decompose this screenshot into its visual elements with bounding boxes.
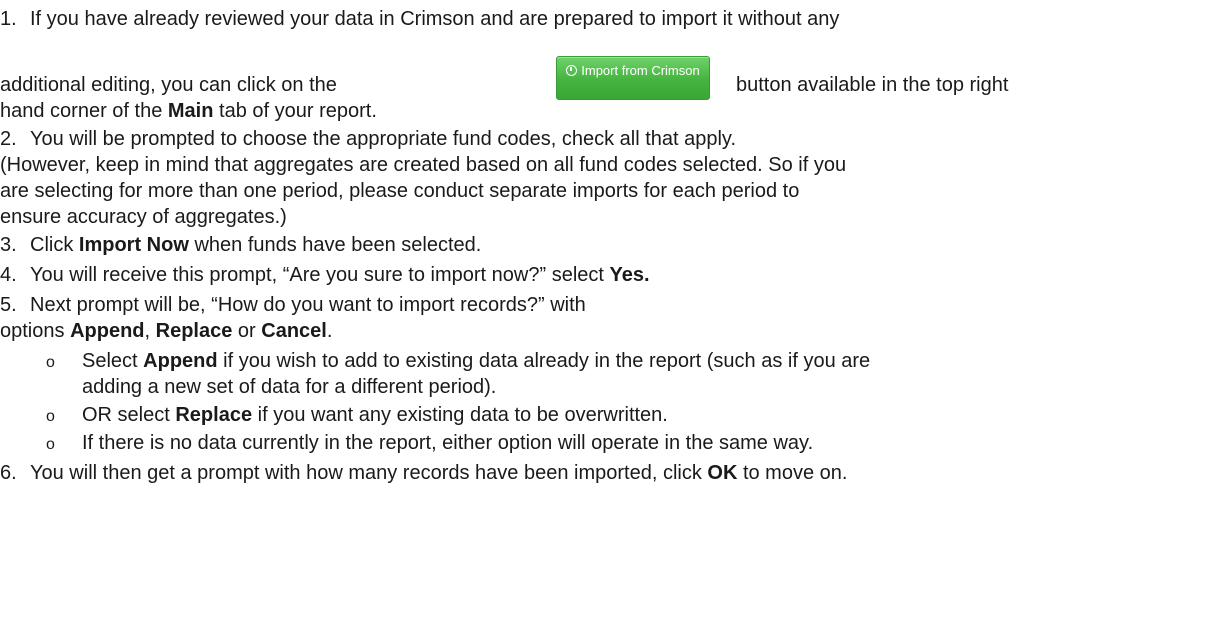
step-5-line-2: options Append, Replace or Cancel. — [0, 320, 333, 342]
bullet-marker: o — [46, 354, 55, 371]
step-2-line-2: (However, keep in mind that aggregates a… — [0, 154, 847, 176]
step-5-bullet-1: o Select Append if you wish to add to exi… — [46, 348, 870, 375]
step-2-line-3: are selecting for more than one period, … — [0, 180, 800, 202]
step-2-line-1: 2. You will be prompted to choose the app… — [0, 128, 737, 150]
step-2-line-4: ensure accuracy of aggregates.) — [0, 206, 287, 228]
bullet-marker: o — [46, 436, 55, 453]
step-4: 4. You will receive this prompt, “Are you… — [0, 264, 650, 286]
step-5-line-1: 5. Next prompt will be, “How do you want … — [0, 294, 586, 316]
step-3: 3. Click Import Now when funds have been … — [0, 234, 482, 256]
step-number: 1. — [0, 8, 17, 30]
info-circle-icon — [566, 65, 578, 76]
document: 1. If you have already reviewed your data… — [0, 0, 1224, 626]
step-5-bullet-1-cont: adding a new set of data for a different… — [82, 376, 497, 398]
bullet-marker: o — [46, 408, 55, 425]
step-5-bullet-2: o OR select Replace if you want any exist… — [46, 402, 668, 429]
step-5-bullet-3: o If there is no data currently in the re… — [46, 430, 813, 457]
step-6: 6. You will then get a prompt with how ma… — [0, 462, 848, 484]
import-button-label: Import from Crimson — [581, 63, 700, 78]
step-1-line-2-left: additional editing, you can click on the — [0, 74, 337, 96]
step-1-line-3: hand corner of the Main tab of your repo… — [0, 100, 377, 122]
import-from-crimson-button[interactable]: Import from Crimson — [556, 56, 710, 100]
step-1-line-1: 1. If you have already reviewed your data… — [0, 6, 839, 33]
step-1-line-2-right: button available in the top right — [736, 74, 1009, 96]
